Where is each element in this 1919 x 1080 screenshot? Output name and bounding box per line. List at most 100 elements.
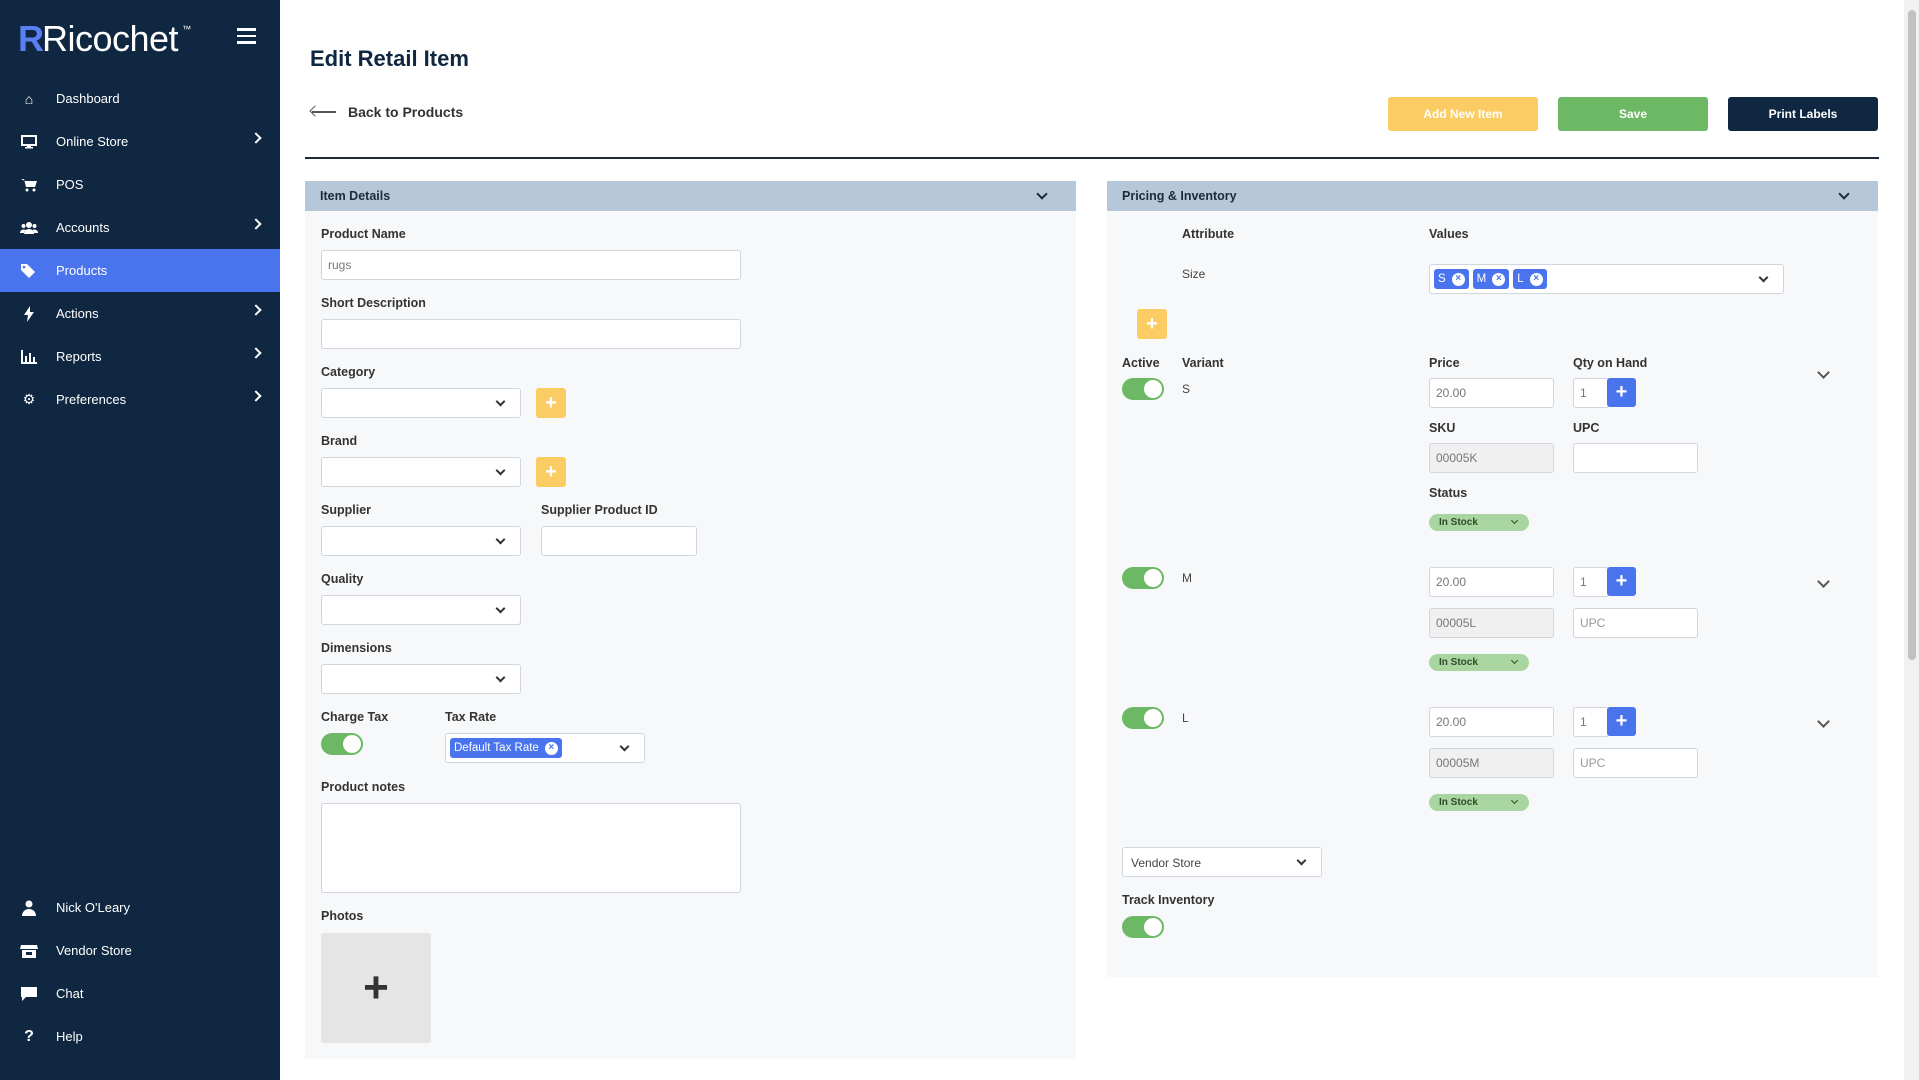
product-name-input[interactable]: rugs	[321, 250, 741, 280]
pricing-inventory-header[interactable]: Pricing & Inventory	[1107, 181, 1878, 211]
sidebar-item-label: Chat	[56, 986, 84, 1001]
chevron-down-icon[interactable]	[1817, 366, 1830, 379]
sidebar-item-actions[interactable]: Actions	[0, 292, 280, 335]
print-labels-button[interactable]: Print Labels	[1728, 97, 1878, 131]
sidebar-item-help[interactable]: ? Help	[0, 1015, 280, 1058]
scrollbar-thumb[interactable]	[1908, 10, 1916, 660]
sidebar-item-pos[interactable]: POS	[0, 163, 280, 206]
chevron-down-icon[interactable]	[1817, 575, 1830, 588]
sidebar-item-online-store[interactable]: Online Store	[0, 120, 280, 163]
sidebar-item-accounts[interactable]: Accounts	[0, 206, 280, 249]
sidebar-nav: ⌂ Dashboard Online Store POS Accounts Pr…	[0, 77, 280, 421]
sidebar-item-vendor-store[interactable]: Vendor Store	[0, 929, 280, 972]
store-select-value: Vendor Store	[1131, 856, 1202, 870]
variant-qty-input[interactable]: 1	[1573, 567, 1609, 597]
chevron-down-icon	[1036, 188, 1048, 200]
active-header: Active	[1122, 356, 1160, 370]
chip-label: M	[1476, 273, 1487, 285]
variant-status-select[interactable]: In Stock	[1429, 514, 1529, 531]
dimensions-select[interactable]	[321, 664, 521, 694]
charge-tax-label: Charge Tax	[321, 710, 389, 724]
add-brand-button[interactable]: +	[536, 457, 566, 487]
chevron-down-icon	[1296, 855, 1307, 866]
cart-icon	[20, 176, 38, 194]
supplier-product-id-label: Supplier Product ID	[541, 503, 658, 517]
panel-title: Pricing & Inventory	[1122, 189, 1237, 203]
app-logo[interactable]: R Ricochet ™	[18, 18, 191, 60]
short-description-input[interactable]	[321, 319, 741, 349]
variant-sku-input[interactable]: 00005M	[1429, 748, 1554, 778]
increment-qty-button[interactable]: +	[1607, 707, 1636, 736]
product-notes-textarea[interactable]	[321, 803, 741, 893]
tax-rate-select[interactable]: Default Tax Rate ×	[445, 733, 645, 763]
price-header: Price	[1429, 356, 1460, 370]
hamburger-menu-icon[interactable]	[237, 28, 256, 48]
tax-rate-chip: Default Tax Rate ×	[450, 738, 562, 758]
sidebar-item-products[interactable]: Products	[0, 249, 280, 292]
sidebar-item-preferences[interactable]: ⚙ Preferences	[0, 378, 280, 421]
sidebar-item-user[interactable]: Nick O'Leary	[0, 886, 280, 929]
category-label: Category	[321, 365, 376, 379]
add-attribute-button[interactable]: +	[1137, 309, 1167, 339]
supplier-label: Supplier	[321, 503, 372, 517]
add-category-button[interactable]: +	[536, 388, 566, 418]
upc-label: UPC	[1573, 421, 1600, 435]
chevron-down-icon	[1758, 272, 1769, 283]
variant-qty-input[interactable]: 1	[1573, 378, 1609, 408]
remove-chip-icon[interactable]: ×	[544, 741, 558, 755]
variant-status-select[interactable]: In Stock	[1429, 654, 1529, 671]
sidebar-item-label: Products	[56, 263, 108, 278]
variant-price-input[interactable]: 20.00	[1429, 378, 1554, 408]
header-divider	[305, 157, 1879, 159]
variant-qty-input[interactable]: 1	[1573, 707, 1609, 737]
variant-status-select[interactable]: In Stock	[1429, 794, 1529, 811]
back-to-products-link[interactable]: Back to Products	[310, 104, 463, 120]
variant-name: M	[1182, 571, 1192, 585]
attribute-values-select[interactable]: S × M × L ×	[1429, 264, 1784, 294]
variant-upc-input[interactable]: UPC	[1573, 608, 1698, 638]
variant-upc-input[interactable]: UPC	[1573, 748, 1698, 778]
add-photo-button[interactable]: +	[321, 933, 431, 1043]
tax-rate-label: Tax Rate	[445, 710, 497, 724]
value-chip-m: M ×	[1472, 269, 1510, 289]
variant-sku-input[interactable]: 00005L	[1429, 608, 1554, 638]
sidebar-item-dashboard[interactable]: ⌂ Dashboard	[0, 77, 280, 120]
page-scrollbar[interactable]	[1904, 0, 1919, 1080]
sidebar-item-label: Preferences	[56, 392, 127, 407]
remove-chip-icon[interactable]: ×	[1492, 272, 1506, 286]
variant-price-input[interactable]: 20.00	[1429, 707, 1554, 737]
sidebar-item-label: Actions	[56, 306, 99, 321]
variant-upc-input[interactable]	[1573, 443, 1698, 473]
status-label: Status	[1429, 486, 1468, 500]
track-inventory-toggle[interactable]	[1122, 916, 1164, 938]
increment-qty-button[interactable]: +	[1607, 567, 1636, 596]
sidebar-item-label: Online Store	[56, 134, 129, 149]
chevron-down-icon	[495, 603, 506, 614]
sidebar-item-reports[interactable]: Reports	[0, 335, 280, 378]
store-select[interactable]: Vendor Store	[1122, 847, 1322, 877]
variant-price-input[interactable]: 20.00	[1429, 567, 1554, 597]
charge-tax-toggle[interactable]	[321, 733, 363, 755]
sidebar-item-chat[interactable]: Chat	[0, 972, 280, 1015]
store-icon	[20, 942, 38, 960]
save-button[interactable]: Save	[1558, 97, 1708, 131]
sidebar-item-label: Reports	[56, 349, 102, 364]
chevron-down-icon[interactable]	[1817, 715, 1830, 728]
item-details-header[interactable]: Item Details	[305, 181, 1076, 211]
supplier-product-id-input[interactable]	[541, 526, 697, 556]
variant-sku-input[interactable]: 00005K	[1429, 443, 1554, 473]
remove-chip-icon[interactable]: ×	[1451, 272, 1465, 286]
variant-active-toggle[interactable]	[1122, 707, 1164, 729]
increment-qty-button[interactable]: +	[1607, 378, 1636, 407]
chevron-down-icon	[495, 396, 506, 407]
quality-select[interactable]	[321, 595, 521, 625]
variant-active-toggle[interactable]	[1122, 378, 1164, 400]
variant-name: S	[1182, 382, 1191, 396]
remove-chip-icon[interactable]: ×	[1529, 272, 1543, 286]
category-select[interactable]	[321, 388, 521, 418]
users-icon	[20, 219, 38, 237]
variant-active-toggle[interactable]	[1122, 567, 1164, 589]
add-new-item-button[interactable]: Add New Item	[1388, 97, 1538, 131]
brand-select[interactable]	[321, 457, 521, 487]
supplier-select[interactable]	[321, 526, 521, 556]
